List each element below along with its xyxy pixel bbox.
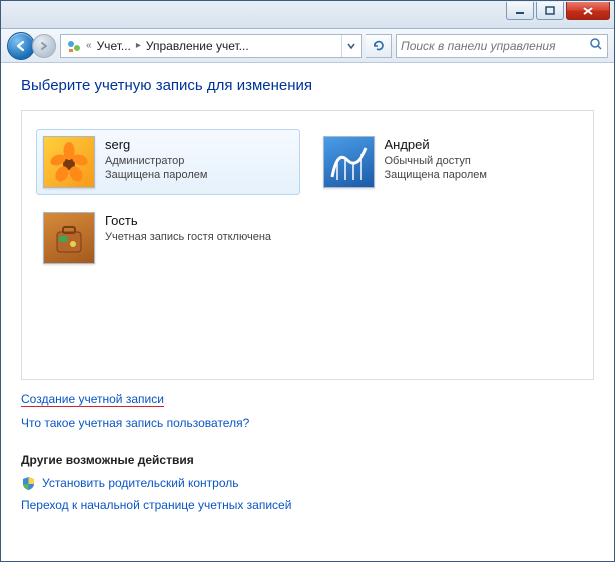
search-icon bbox=[589, 37, 603, 54]
window-frame: « Учет... ▸ Управление учет... Выберите … bbox=[0, 0, 615, 562]
account-name: Гость bbox=[105, 212, 271, 230]
navbar: « Учет... ▸ Управление учет... bbox=[1, 29, 614, 63]
address-dropdown[interactable] bbox=[341, 35, 359, 57]
shield-icon bbox=[21, 476, 36, 491]
suitcase-icon bbox=[49, 218, 89, 258]
search-box[interactable] bbox=[396, 34, 608, 58]
breadcrumb-separator: ▸ bbox=[135, 40, 142, 51]
maximize-button[interactable] bbox=[536, 2, 564, 20]
account-item-serg[interactable]: serg Администратор Защищена паролем bbox=[36, 129, 300, 195]
account-item-guest[interactable]: Гость Учетная запись гостя отключена bbox=[36, 205, 300, 271]
link-accounts-home[interactable]: Переход к начальной странице учетных зап… bbox=[21, 495, 594, 517]
account-status: Защищена паролем bbox=[385, 168, 487, 183]
account-status: Защищена паролем bbox=[105, 168, 207, 183]
accounts-panel: serg Администратор Защищена паролем bbox=[21, 110, 594, 380]
account-role: Администратор bbox=[105, 154, 207, 169]
breadcrumb-chevrons: « bbox=[85, 40, 93, 51]
link-parental-controls[interactable]: Установить родительский контроль bbox=[42, 473, 239, 495]
link-what-is-account[interactable]: Что такое учетная запись пользователя? bbox=[21, 413, 594, 435]
maximize-icon bbox=[545, 6, 555, 16]
arrow-right-icon bbox=[38, 40, 50, 52]
refresh-button[interactable] bbox=[366, 34, 392, 58]
close-button[interactable] bbox=[566, 2, 610, 20]
account-item-andrey[interactable]: Андрей Обычный доступ Защищена паролем bbox=[316, 129, 580, 195]
minimize-button[interactable] bbox=[506, 2, 534, 20]
account-role: Обычный доступ bbox=[385, 154, 487, 169]
rollercoaster-icon bbox=[329, 142, 369, 182]
breadcrumb-part-2[interactable]: Управление учет... bbox=[142, 35, 253, 57]
refresh-icon bbox=[372, 39, 386, 53]
minimize-icon bbox=[515, 6, 525, 16]
avatar bbox=[43, 136, 95, 188]
forward-button[interactable] bbox=[32, 34, 56, 58]
avatar bbox=[323, 136, 375, 188]
control-panel-icon bbox=[65, 37, 83, 55]
account-name: Андрей bbox=[385, 136, 487, 154]
close-icon bbox=[582, 6, 594, 16]
back-button[interactable] bbox=[7, 32, 35, 60]
account-role: Учетная запись гостя отключена bbox=[105, 230, 271, 245]
page-title: Выберите учетную запись для изменения bbox=[21, 77, 594, 94]
flower-icon bbox=[49, 142, 89, 182]
chevron-down-icon bbox=[347, 42, 355, 50]
titlebar bbox=[1, 1, 614, 29]
arrow-left-icon bbox=[14, 39, 28, 53]
other-actions-heading: Другие возможные действия bbox=[21, 453, 594, 467]
address-bar[interactable]: « Учет... ▸ Управление учет... bbox=[60, 34, 362, 58]
link-create-account[interactable]: Создание учетной записи bbox=[21, 392, 164, 407]
content-area: Выберите учетную запись для изменения bbox=[1, 63, 614, 561]
account-name: serg bbox=[105, 136, 207, 154]
search-input[interactable] bbox=[401, 35, 589, 57]
breadcrumb-part-1[interactable]: Учет... bbox=[93, 35, 135, 57]
avatar bbox=[43, 212, 95, 264]
